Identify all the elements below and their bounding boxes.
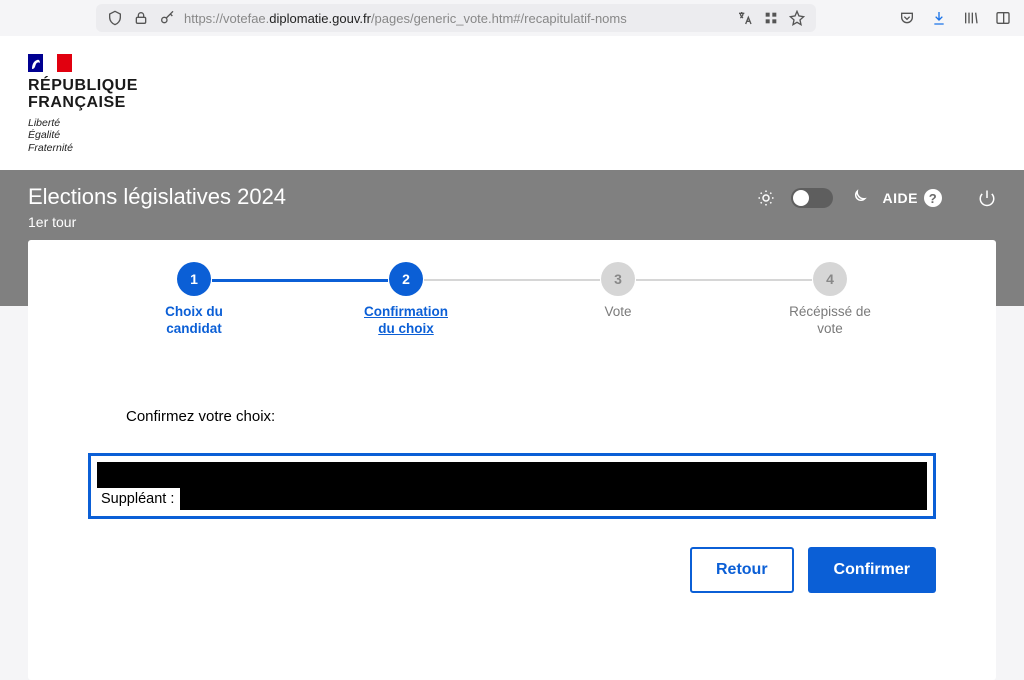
- urlbar-actions: [898, 9, 1012, 27]
- step-4-label: Récépissé devote: [724, 304, 936, 338]
- confirm-button[interactable]: Confirmer: [808, 547, 936, 593]
- shield-icon: [106, 9, 124, 27]
- stepper-connector-3: [636, 279, 812, 281]
- step-4: 4 Récépissé devote: [724, 262, 936, 338]
- candidate-selection: Suppléant :: [88, 453, 936, 519]
- step-1-label: Choix ducandidat: [88, 304, 300, 338]
- step-1[interactable]: 1 Choix ducandidat: [88, 262, 300, 338]
- step-2-label: Confirmationdu choix: [300, 304, 512, 338]
- back-button[interactable]: Retour: [690, 547, 794, 593]
- logout-button[interactable]: [978, 189, 996, 207]
- help-icon: ?: [924, 189, 942, 207]
- action-row: Retour Confirmer: [88, 547, 936, 593]
- step-3: 3 Vote: [512, 262, 724, 321]
- step-1-circle: 1: [177, 262, 211, 296]
- pocket-icon[interactable]: [898, 9, 916, 27]
- gov-header: RÉPUBLIQUEFRANÇAISE LibertéÉgalitéFrater…: [0, 36, 1024, 170]
- url-text: https://votefae.diplomatie.gouv.fr/pages…: [184, 11, 728, 26]
- rf-title: RÉPUBLIQUEFRANÇAISE: [28, 78, 996, 112]
- help-button[interactable]: AIDE ?: [883, 189, 942, 207]
- sidebar-icon[interactable]: [994, 9, 1012, 27]
- suppleant-name-redacted: [180, 488, 927, 510]
- rf-motto: LibertéÉgalitéFraternité: [28, 117, 996, 155]
- grid-icon[interactable]: [762, 9, 780, 27]
- translate-icon[interactable]: [736, 9, 754, 27]
- election-round: 1er tour: [28, 214, 757, 230]
- main-card: 1 Choix ducandidat 2 Confirmationdu choi…: [28, 240, 996, 680]
- lock-icon: [132, 9, 150, 27]
- suppleant-label: Suppléant :: [97, 488, 180, 510]
- rf-flag: [28, 54, 72, 72]
- marianne-icon: [30, 55, 42, 69]
- sun-icon: [757, 189, 775, 207]
- app-titlebar: Elections législatives 2024 1er tour AID…: [0, 170, 1024, 240]
- step-3-label: Vote: [512, 304, 724, 321]
- step-3-circle: 3: [601, 262, 635, 296]
- library-icon[interactable]: [962, 9, 980, 27]
- browser-urlbar: https://votefae.diplomatie.gouv.fr/pages…: [0, 0, 1024, 36]
- step-2-circle: 2: [389, 262, 423, 296]
- star-icon[interactable]: [788, 9, 806, 27]
- theme-toggle[interactable]: [791, 188, 833, 208]
- help-label: AIDE: [883, 190, 918, 206]
- stepper-connector-1: [212, 279, 388, 282]
- moon-icon: [849, 189, 867, 207]
- key-icon: [158, 9, 176, 27]
- rf-logo: RÉPUBLIQUEFRANÇAISE LibertéÉgalitéFrater…: [28, 54, 996, 154]
- election-title: Elections législatives 2024: [28, 184, 757, 210]
- stepper: 1 Choix ducandidat 2 Confirmationdu choi…: [88, 262, 936, 338]
- step-4-circle: 4: [813, 262, 847, 296]
- stepper-connector-2: [424, 279, 600, 281]
- download-icon[interactable]: [930, 9, 948, 27]
- confirm-prompt: Confirmez votre choix:: [126, 408, 898, 425]
- step-2[interactable]: 2 Confirmationdu choix: [300, 262, 512, 338]
- urlbar-box[interactable]: https://votefae.diplomatie.gouv.fr/pages…: [96, 4, 816, 32]
- candidate-name-redacted: [97, 462, 927, 488]
